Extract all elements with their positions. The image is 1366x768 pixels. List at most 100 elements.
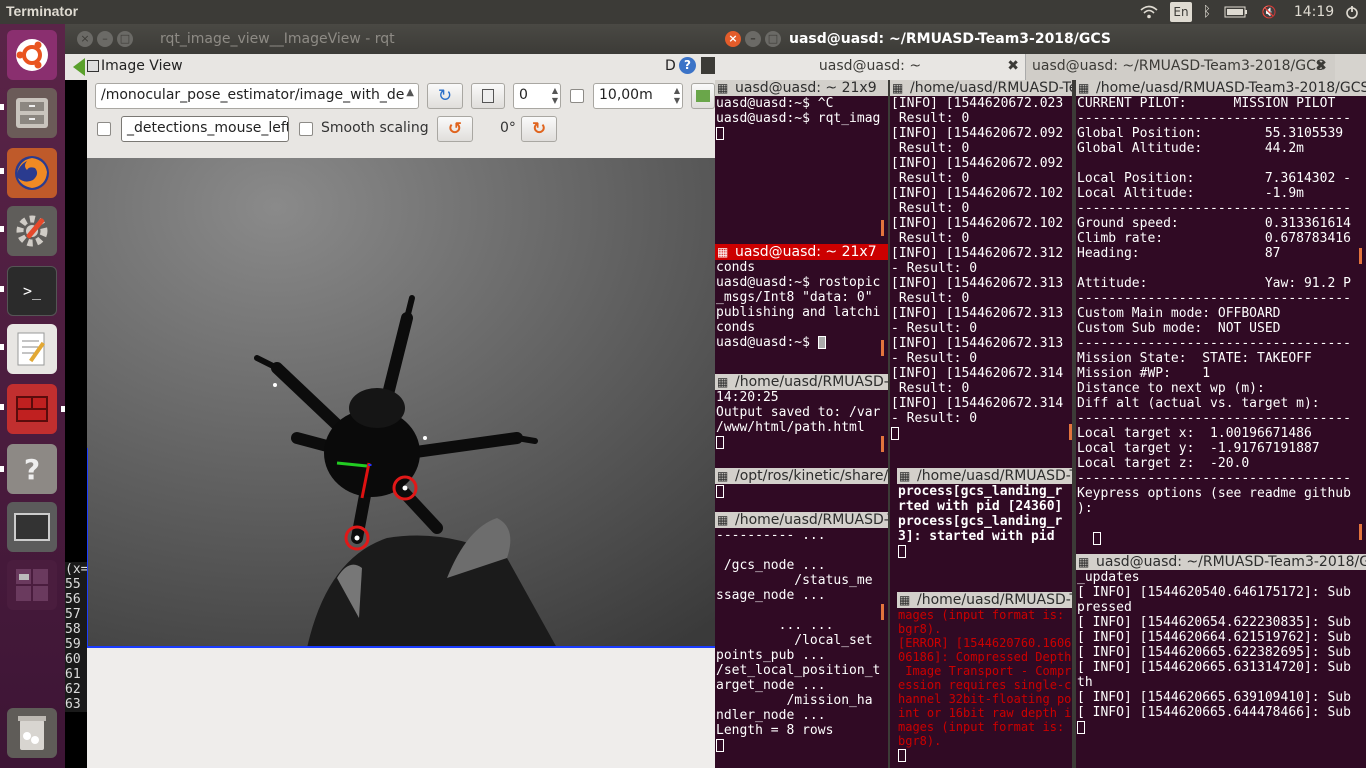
save-image-button[interactable]	[471, 83, 505, 109]
keyboard-layout-indicator[interactable]: En	[1170, 2, 1192, 22]
rotate-right-button[interactable]: ↻	[521, 116, 557, 142]
minimize-icon[interactable]: –	[97, 31, 113, 47]
workspace-icon[interactable]	[7, 502, 57, 552]
terminal-pane-9[interactable]: ▦ /home/uasd/RMUASD-Team3-2018/GCS/s CURR…	[1076, 80, 1366, 552]
minimize-icon[interactable]: –	[745, 31, 761, 47]
toolbar-row-2: _detections_mouse_left Smooth scaling ↺ …	[87, 114, 715, 150]
max-range-spinbox[interactable]: 10,00m ▲ ▼	[593, 83, 683, 109]
pane-header: ▦ /home/uasd/RMUASD-Te	[897, 468, 1072, 484]
grid-icon: ▦	[1078, 555, 1090, 569]
tab-home[interactable]: uasd@uasd: ~ ✖	[715, 54, 1025, 80]
help-icon[interactable]: ?	[7, 444, 57, 494]
workspaces-switcher-icon[interactable]	[7, 560, 57, 610]
battery-icon[interactable]	[1222, 2, 1250, 22]
terminator-window: × – □ uasd@uasd: ~/RMUASD-Team3-2018/GCS…	[715, 24, 1366, 768]
row-label: 55	[65, 577, 81, 592]
top-panel: Terminator En ᛒ 🔇 14:19	[0, 0, 1366, 24]
image-toggle-button[interactable]	[691, 83, 715, 109]
app-name: Terminator	[6, 3, 79, 19]
topic-select[interactable]: /monocular_pose_estimator/image_with_de …	[95, 83, 419, 109]
max-range-value: 10,00m	[599, 87, 653, 103]
tab-gcs[interactable]: uasd@uasd: ~/RMUASD-Team3-2018/GCS ✖	[1025, 54, 1335, 80]
camera-image[interactable]	[87, 158, 715, 648]
window-titlebar[interactable]: × – □ rqt_image_view__ImageView - rqt	[65, 24, 715, 54]
close-icon[interactable]: ✖	[1007, 58, 1019, 74]
terminal-text: ---------- ... /gcs_node ... /status_me …	[716, 528, 881, 738]
scroll-marker	[881, 604, 884, 620]
save-icon	[482, 89, 494, 103]
scroll-marker	[881, 220, 884, 236]
pane-header: ▦ /opt/ros/kinetic/share/ra	[715, 468, 888, 484]
terminal-output: 14:20:25 Output saved to: /var /www/html…	[715, 390, 888, 450]
trash-icon[interactable]	[7, 708, 57, 758]
terminal-output: process[gcs_landing_r rted with pid [243…	[897, 484, 1072, 559]
running-indicator	[0, 168, 4, 174]
files-icon[interactable]	[7, 88, 57, 138]
terminal-output: CURRENT PILOT: MISSION PILOT -----------…	[1076, 96, 1366, 546]
pane-splitter[interactable]	[888, 80, 890, 768]
num-spinbox[interactable]: 0 ▲ ▼	[513, 83, 561, 109]
power-icon[interactable]	[1342, 2, 1362, 22]
terminal-text: _updates [ INFO] [1544620540.646175172]:…	[1077, 570, 1351, 720]
terminal-pane-3[interactable]: ▦ /home/uasd/RMUASD- 14:20:25 Output save…	[715, 374, 888, 466]
topic-select-value: /monocular_pose_estimator/image_with_de	[101, 87, 405, 103]
terminal-pane-5[interactable]: ▦ /home/uasd/RMUASD-Te ---------- ... /gc…	[715, 512, 888, 768]
cursor	[898, 749, 906, 762]
image-canvas[interactable]	[87, 158, 715, 648]
launcher: >_ ?	[0, 24, 65, 768]
volume-muted-icon[interactable]: 🔇	[1258, 2, 1280, 22]
dock-arrow-icon[interactable]	[73, 58, 85, 76]
bluetooth-icon[interactable]: ᛒ	[1198, 2, 1216, 22]
mouse-topic-input[interactable]: _detections_mouse_left	[121, 116, 289, 142]
terminator-icon[interactable]	[7, 384, 57, 434]
terminal-pane-6[interactable]: ▦ /home/uasd/RMUASD-Te [INFO] [1544620672…	[890, 80, 1072, 468]
grid-icon: ▦	[717, 375, 729, 389]
terminal-pane-1[interactable]: ▦ uasd@uasd: ~ 21x9 uasd@uasd:~$ ^C uasd@…	[715, 80, 888, 243]
refresh-icon: ↻	[437, 86, 453, 106]
maximize-icon[interactable]: □	[117, 31, 133, 47]
terminal-pane-10[interactable]: ▦ uasd@uasd: ~/RMUASD-Team3-2018/GCS _upd…	[1076, 554, 1366, 768]
maximize-icon[interactable]: □	[765, 31, 781, 47]
dynamic-range-checkbox[interactable]	[570, 89, 584, 103]
firefox-icon[interactable]	[7, 148, 57, 198]
num-spinbox-value: 0	[519, 87, 528, 103]
spin-arrows-icon[interactable]: ▲ ▼	[552, 86, 558, 106]
smooth-scaling-checkbox[interactable]	[299, 122, 313, 136]
close-icon[interactable]: ×	[77, 31, 93, 47]
pane-header: ▦ uasd@uasd: ~ 21x7	[715, 244, 888, 260]
pane-header: ▦ /home/uasd/RMUASD-Team3-2018/GCS/s	[1076, 80, 1366, 96]
help-button[interactable]: ?	[679, 57, 696, 74]
window-titlebar[interactable]: × – □ uasd@uasd: ~/RMUASD-Team3-2018/GCS	[715, 24, 1366, 54]
wifi-icon[interactable]	[1138, 2, 1160, 22]
pane-header: ▦ /home/uasd/RMUASD-Te	[897, 592, 1072, 608]
toolbar-row-1: /monocular_pose_estimator/image_with_de …	[87, 80, 715, 116]
grid-icon: ▦	[899, 469, 911, 483]
rotation-label: 0°	[500, 120, 516, 136]
running-indicator	[0, 104, 4, 110]
clock[interactable]: 14:19	[1290, 2, 1338, 22]
terminal-pane-8[interactable]: ▦ /home/uasd/RMUASD-Te mages (input forma…	[897, 592, 1072, 768]
close-icon[interactable]: ✖	[1315, 58, 1327, 74]
chevron-down-icon: ▲	[406, 87, 414, 98]
settings-icon[interactable]	[7, 206, 57, 256]
text-editor-icon[interactable]	[7, 324, 57, 374]
row-label: (x=	[65, 562, 89, 577]
pane-header: ▦ /home/uasd/RMUASD-Te	[890, 80, 1072, 96]
terminal-pane-4[interactable]: ▦ /opt/ros/kinetic/share/ra	[715, 468, 888, 510]
cursor	[817, 336, 826, 349]
ubuntu-icon[interactable]	[7, 30, 57, 80]
publish-mouse-checkbox[interactable]	[97, 122, 111, 136]
terminal-pane-7[interactable]: ▦ /home/uasd/RMUASD-Te process[gcs_landin…	[897, 468, 1072, 588]
cursor	[716, 436, 724, 449]
rotate-left-button[interactable]: ↺	[437, 116, 473, 142]
terminal-icon[interactable]: >_	[7, 266, 57, 316]
pane-title: uasd@uasd: ~/RMUASD-Team3-2018/GCS	[1096, 554, 1366, 570]
grid-icon: ▦	[892, 81, 904, 95]
close-icon[interactable]: ×	[725, 31, 741, 47]
refresh-button[interactable]: ↻	[427, 83, 463, 109]
pane-splitter[interactable]	[1072, 80, 1076, 768]
terminal-pane-2[interactable]: ▦ uasd@uasd: ~ 21x7 conds uasd@uasd:~$ ro…	[715, 244, 888, 374]
spin-arrows-icon[interactable]: ▲ ▼	[674, 86, 680, 106]
dock-d-button[interactable]: D	[665, 58, 676, 74]
scroll-marker	[881, 340, 884, 356]
